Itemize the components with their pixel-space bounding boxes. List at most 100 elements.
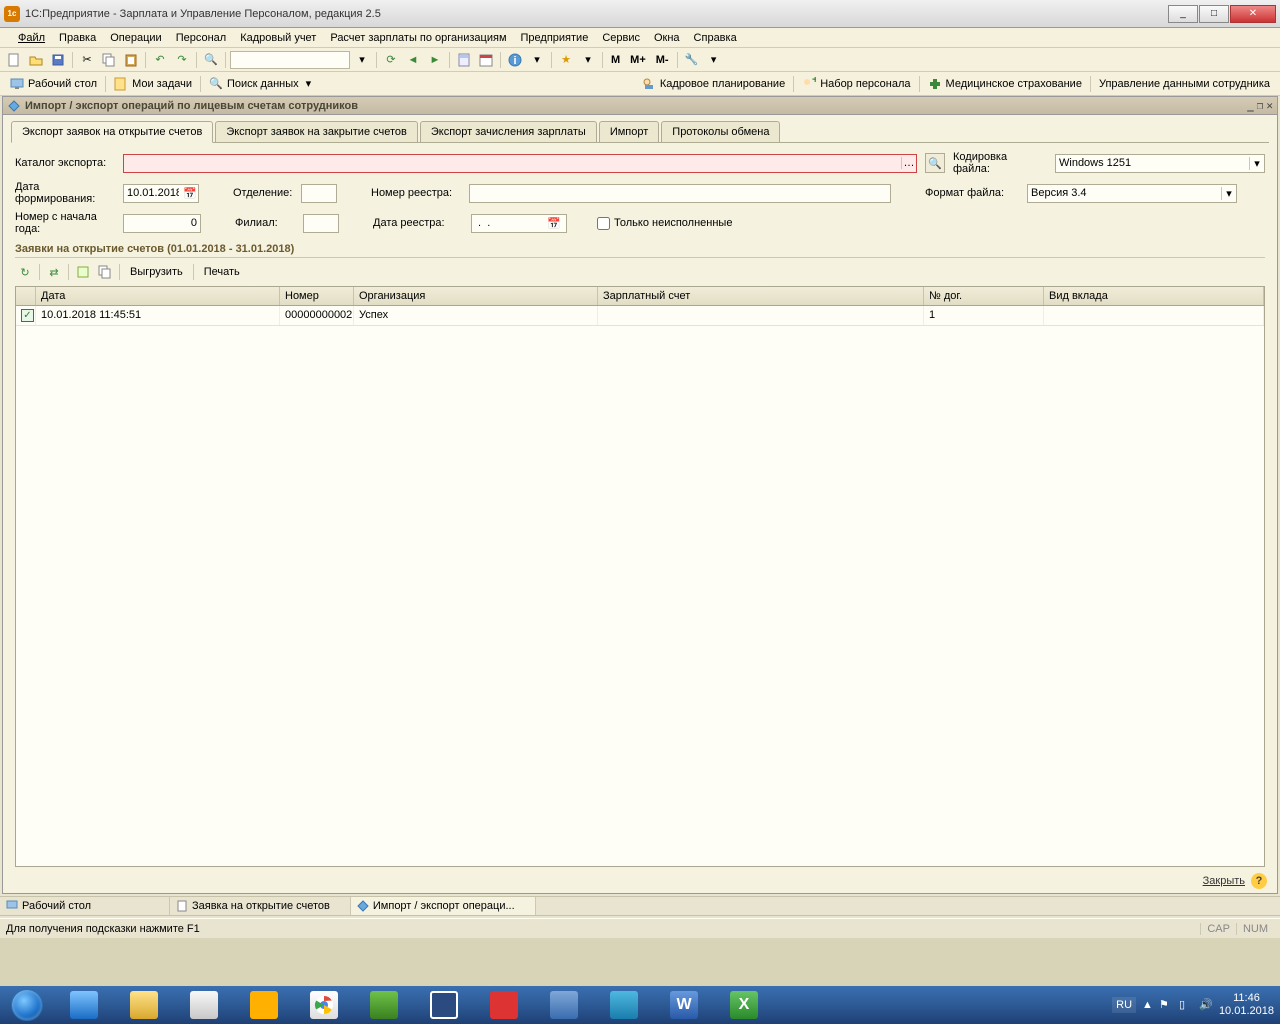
med-button[interactable]: Медицинское страхование	[922, 75, 1088, 93]
swap-icon[interactable]: ⇄	[44, 262, 64, 282]
row-check-icon[interactable]: ✓	[21, 309, 34, 322]
regnum-input[interactable]	[469, 184, 891, 203]
format-dd-icon[interactable]: ▾	[1221, 187, 1236, 200]
paste-icon[interactable]	[121, 50, 141, 70]
close-link[interactable]: Закрыть	[1203, 875, 1245, 887]
desktop-button[interactable]: Рабочий стол	[4, 75, 103, 93]
dropdown4-icon[interactable]: ▾	[704, 50, 724, 70]
wrench-icon[interactable]: 🔧	[682, 50, 702, 70]
dropdown-icon[interactable]: ▾	[352, 50, 372, 70]
format-input[interactable]	[1028, 187, 1221, 199]
close-button[interactable]: ✕	[1230, 5, 1276, 23]
menu-enterprise[interactable]: Предприятие	[515, 30, 595, 46]
calendar-icon[interactable]	[476, 50, 496, 70]
undo-icon[interactable]: ↶	[150, 50, 170, 70]
mminus-button[interactable]: M-	[652, 50, 673, 70]
task-leaf[interactable]	[355, 988, 413, 1022]
menu-service[interactable]: Сервис	[596, 30, 646, 46]
open-icon[interactable]	[26, 50, 46, 70]
tab-open-accounts[interactable]: Экспорт заявок на открытие счетов	[11, 121, 213, 143]
copy-icon[interactable]	[99, 50, 119, 70]
task-1c[interactable]	[235, 988, 293, 1022]
star-icon[interactable]: ★	[556, 50, 576, 70]
grid-body[interactable]: ✓ 10.01.2018 11:45:51 00000000002 Успех …	[16, 306, 1264, 866]
redo-icon[interactable]: ↷	[172, 50, 192, 70]
task-word[interactable]: W	[655, 988, 713, 1022]
menu-hr[interactable]: Кадровый учет	[234, 30, 322, 46]
start-button[interactable]	[0, 986, 54, 1024]
regdate-field[interactable]: 📅	[471, 214, 567, 233]
network-icon[interactable]: ▯	[1179, 998, 1193, 1012]
clock[interactable]: 11:46 10.01.2018	[1219, 992, 1274, 1018]
dateform-field[interactable]: 📅	[123, 184, 199, 203]
branch-input[interactable]	[301, 184, 337, 203]
copy-row-icon[interactable]	[95, 262, 115, 282]
doc-close-icon[interactable]: ✕	[1266, 99, 1273, 112]
menu-personnel[interactable]: Персонал	[170, 30, 233, 46]
new-icon[interactable]	[4, 50, 24, 70]
task-ie[interactable]	[55, 988, 113, 1022]
fwd-icon[interactable]: ►	[425, 50, 445, 70]
menu-file[interactable]: Файл	[12, 30, 51, 46]
tab-protocols[interactable]: Протоколы обмена	[661, 121, 780, 143]
col-date[interactable]: Дата	[36, 287, 280, 305]
format-combo[interactable]: ▾	[1027, 184, 1237, 203]
print-button[interactable]: Печать	[198, 264, 246, 280]
tab-close-accounts[interactable]: Экспорт заявок на закрытие счетов	[215, 121, 418, 143]
refresh-icon[interactable]: ⟳	[381, 50, 401, 70]
col-org[interactable]: Организация	[354, 287, 598, 305]
catalog-pick-icon[interactable]: 🔍	[925, 153, 945, 173]
doc-minimize-icon[interactable]: _	[1247, 99, 1254, 112]
menu-payroll[interactable]: Расчет зарплаты по организациям	[324, 30, 512, 46]
mdi-tab-import[interactable]: Импорт / экспорт операци...	[351, 897, 536, 915]
doc-restore-icon[interactable]: ❐	[1257, 99, 1264, 112]
catalog-browse-icon[interactable]: …	[901, 157, 916, 169]
kadroplan-button[interactable]: Кадровое планирование	[636, 75, 791, 93]
search-button[interactable]: 🔍Поиск данных▾	[203, 75, 317, 93]
export-button[interactable]: Выгрузить	[124, 264, 189, 280]
save-icon[interactable]	[48, 50, 68, 70]
col-num[interactable]: Номер	[280, 287, 354, 305]
mdi-tab-desktop[interactable]: Рабочий стол	[0, 897, 170, 915]
tab-import[interactable]: Импорт	[599, 121, 659, 143]
encoding-dd-icon[interactable]: ▾	[1249, 157, 1264, 170]
menu-help[interactable]: Справка	[688, 30, 743, 46]
upr-button[interactable]: Управление данными сотрудника	[1093, 76, 1276, 92]
menu-operations[interactable]: Операции	[104, 30, 167, 46]
dropdown2-icon[interactable]: ▾	[527, 50, 547, 70]
help-icon[interactable]: ?	[1251, 873, 1267, 889]
menu-edit[interactable]: Правка	[53, 30, 102, 46]
encoding-combo[interactable]: ▾	[1055, 154, 1265, 173]
task-explorer[interactable]	[115, 988, 173, 1022]
tray-up-icon[interactable]: ▲	[1142, 999, 1153, 1011]
maximize-button[interactable]: □	[1199, 5, 1229, 23]
menu-windows[interactable]: Окна	[648, 30, 686, 46]
nabor-button[interactable]: +Набор персонала	[796, 75, 916, 93]
catalog-input[interactable]	[124, 157, 901, 169]
flag-icon[interactable]: ⚑	[1159, 998, 1173, 1012]
task-chrome[interactable]	[295, 988, 353, 1022]
col-vkl[interactable]: Вид вклада	[1044, 287, 1264, 305]
task-dpi[interactable]	[415, 988, 473, 1022]
task-notepad[interactable]	[175, 988, 233, 1022]
regdate-input[interactable]	[472, 217, 546, 229]
dateform-calendar-icon[interactable]: 📅	[182, 187, 198, 200]
dateform-input[interactable]	[124, 187, 182, 199]
mdi-tab-request[interactable]: Заявка на открытие счетов	[170, 897, 351, 915]
table-row[interactable]: ✓ 10.01.2018 11:45:51 00000000002 Успех …	[16, 306, 1264, 326]
find-icon[interactable]: 🔍	[201, 50, 221, 70]
col-check[interactable]	[16, 287, 36, 305]
filial-input[interactable]	[303, 214, 339, 233]
col-acct[interactable]: Зарплатный счет	[598, 287, 924, 305]
yearnum-input[interactable]	[123, 214, 201, 233]
minimize-button[interactable]: _	[1168, 5, 1198, 23]
back-icon[interactable]: ◄	[403, 50, 423, 70]
regdate-calendar-icon[interactable]: 📅	[546, 217, 562, 230]
onlyunexec-checkbox[interactable]	[597, 217, 610, 230]
calc-icon[interactable]	[454, 50, 474, 70]
cut-icon[interactable]: ✂	[77, 50, 97, 70]
sound-icon[interactable]: 🔊	[1199, 998, 1213, 1012]
toolbar-search-input[interactable]	[230, 51, 350, 69]
m-button[interactable]: M	[607, 50, 624, 70]
encoding-input[interactable]	[1056, 157, 1249, 169]
